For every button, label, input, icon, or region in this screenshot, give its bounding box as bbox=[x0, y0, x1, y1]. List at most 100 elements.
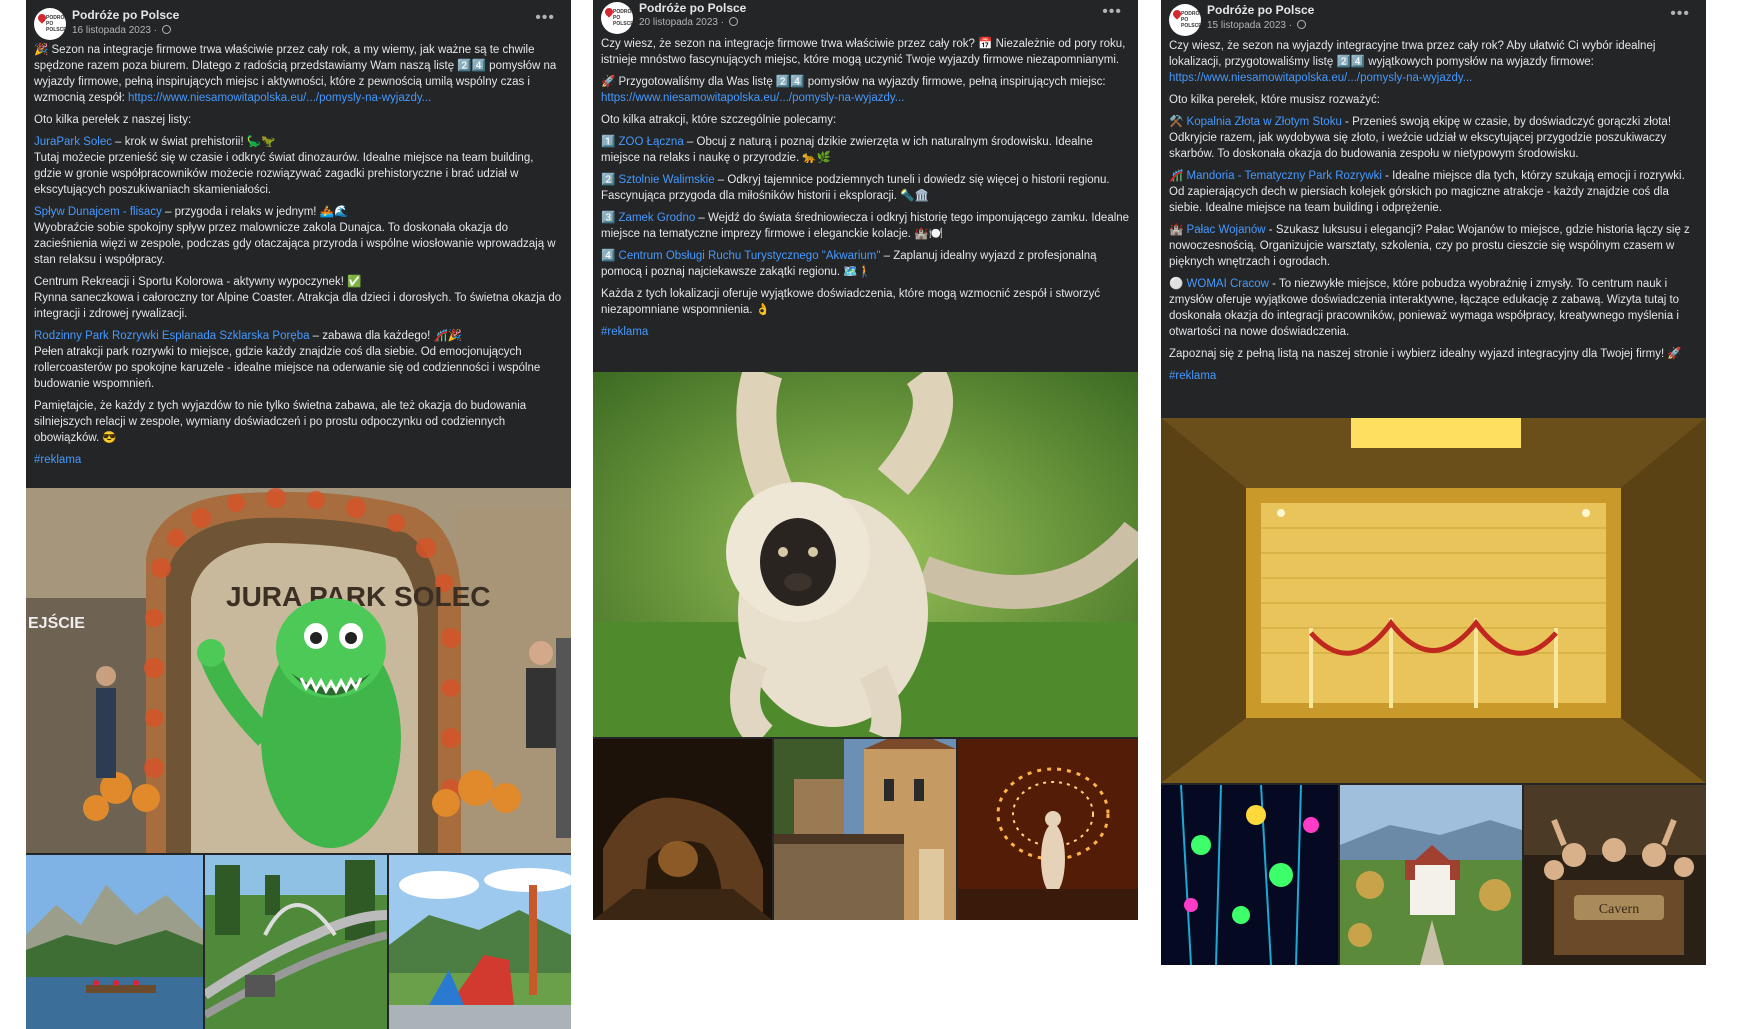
attraction-link[interactable]: Kopalnia Złota w Złotym Stoku bbox=[1187, 116, 1342, 128]
paragraph-text: Oto kilka perełek, które musisz rozważyć… bbox=[1169, 94, 1380, 106]
post-header: PODRÓŻE PO POLSCE Podróże po Polsce 15 l… bbox=[1161, 0, 1706, 38]
post-paragraph: Oto kilka perełek, które musisz rozważyć… bbox=[1169, 92, 1698, 108]
post-thumbnail[interactable] bbox=[389, 855, 571, 1029]
page-avatar[interactable]: PODRÓŻE PO POLSCE bbox=[34, 8, 66, 40]
post-header: PODRÓŻE PO POLSCE Podróże po Polsce 16 l… bbox=[26, 0, 571, 42]
post-thumbnail[interactable]: Cavern bbox=[1524, 785, 1706, 965]
paragraph-text: Oto kilka perełek z naszej listy: bbox=[34, 114, 192, 126]
post-paragraph: 🚀 Przygotowaliśmy dla Was listę 2️⃣4️⃣ p… bbox=[601, 74, 1130, 106]
post-paragraph: 4️⃣ Centrum Obsługi Ruchu Turystycznego … bbox=[601, 248, 1130, 280]
attraction-link[interactable]: Rodzinny Park Rozrywki Esplanada Szklars… bbox=[34, 330, 309, 342]
bullet-icon: 🎢 bbox=[1169, 170, 1184, 182]
post-date[interactable]: 20 listopada 2023 · bbox=[639, 17, 738, 28]
post-link[interactable]: https://www.niesamowitapolska.eu/.../pom… bbox=[1169, 72, 1472, 84]
post-paragraph: Oto kilka perełek z naszej listy: bbox=[34, 112, 563, 128]
post-card: PODRÓŻE PO POLSCE Podróże po Polsce 15 l… bbox=[1161, 0, 1706, 965]
coaster-image bbox=[205, 855, 387, 1029]
post-paragraph: 🎢 Mandoria - Tematyczny Park Rozrywki - … bbox=[1169, 168, 1698, 216]
post-date-text: 15 listopada 2023 bbox=[1207, 20, 1286, 31]
castle-image bbox=[774, 739, 956, 920]
ride-sign-text: Cavern bbox=[1599, 902, 1639, 917]
fire-show-image bbox=[958, 739, 1138, 920]
post-paragraph: 🏰 Pałac Wojanów - Szukasz luksusu i eleg… bbox=[1169, 222, 1698, 270]
post-date[interactable]: 16 listopada 2023 · bbox=[72, 25, 171, 36]
post-text: Czy wiesz, że sezon na wyjazdy integracy… bbox=[1161, 38, 1706, 384]
paragraph-text: – przygoda i relaks w jednym! 🚣🌊 bbox=[161, 206, 349, 218]
bullet-icon: ⚒️ bbox=[1169, 116, 1184, 128]
post-thumbnail[interactable] bbox=[774, 739, 956, 920]
globe-icon bbox=[161, 25, 171, 34]
post-paragraph: Spływ Dunajcem - flisacy – przygoda i re… bbox=[34, 204, 563, 268]
post-paragraph: Czy wiesz, że sezon na integracje firmow… bbox=[601, 36, 1130, 68]
post-paragraph: Zapoznaj się z pełną listą na naszej str… bbox=[1169, 346, 1698, 362]
paragraph-text: Zapoznaj się z pełną listą na naszej str… bbox=[1169, 348, 1682, 360]
page-name[interactable]: Podróże po Polsce bbox=[639, 1, 746, 15]
number-icon: 2️⃣ bbox=[601, 174, 616, 186]
paragraph-text: Wyobraźcie sobie spokojny spływ przez ma… bbox=[34, 222, 556, 266]
post-paragraph: ⚪ WOMAI Cracow - To niezwykłe miejsce, k… bbox=[1169, 276, 1698, 340]
page-avatar[interactable]: PODRÓŻE PO POLSCE bbox=[1169, 4, 1201, 36]
bullet-icon: ⚪ bbox=[1169, 278, 1184, 290]
paragraph-text: Centrum Rekreacji i Sportu Kolorowa - ak… bbox=[34, 276, 362, 288]
attraction-link[interactable]: WOMAI Cracow bbox=[1187, 278, 1269, 290]
post-paragraph: Centrum Rekreacji i Sportu Kolorowa - ak… bbox=[34, 274, 563, 322]
attraction-link[interactable]: Spływ Dunajcem - flisacy bbox=[34, 206, 162, 218]
post-paragraph: ⚒️ Kopalnia Złota w Złotym Stoku - Przen… bbox=[1169, 114, 1698, 162]
more-options-icon[interactable]: ••• bbox=[1670, 5, 1690, 23]
hashtag-link[interactable]: #reklama bbox=[601, 324, 1130, 340]
post-thumbnail-row bbox=[26, 855, 571, 1029]
attraction-link[interactable]: JuraPark Solec bbox=[34, 136, 112, 148]
more-options-icon[interactable]: ••• bbox=[1102, 3, 1122, 21]
post-thumbnail[interactable] bbox=[26, 855, 203, 1029]
post-thumbnail[interactable] bbox=[1340, 785, 1522, 965]
post-card: PODRÓŻE PO POLSCE Podróże po Polsce 20 l… bbox=[593, 0, 1138, 920]
post-link[interactable]: https://www.niesamowitapolska.eu/.../pom… bbox=[601, 92, 904, 104]
page-name[interactable]: Podróże po Polsce bbox=[1207, 3, 1314, 17]
number-icon: 4️⃣ bbox=[601, 250, 616, 262]
post-thumbnail[interactable] bbox=[593, 739, 772, 920]
post-link[interactable]: https://www.niesamowitapolska.eu/.../pom… bbox=[128, 92, 431, 104]
paragraph-text: Każda z tych lokalizacji oferuje wyjątko… bbox=[601, 288, 1101, 316]
post-main-image[interactable]: JURA PARK SOLEC EJŚCIE bbox=[26, 488, 571, 853]
mandoria-ride-image: Cavern bbox=[1524, 785, 1706, 965]
attraction-link[interactable]: Mandoria - Tematyczny Park Rozrywki bbox=[1187, 170, 1382, 182]
post-paragraph: Pamiętajcie, że każdy z tych wyjazdów to… bbox=[34, 398, 563, 446]
paragraph-text: Czy wiesz, że sezon na wyjazdy integracy… bbox=[1169, 40, 1656, 68]
attraction-link[interactable]: ZOO Łączna bbox=[619, 136, 684, 148]
post-thumbnail[interactable] bbox=[958, 739, 1138, 920]
post-paragraph: 🎉 Sezon na integracje firmowe trwa właśc… bbox=[34, 42, 563, 106]
page-name[interactable]: Podróże po Polsce bbox=[72, 8, 179, 22]
post-main-image[interactable] bbox=[1161, 418, 1706, 783]
post-thumbnail[interactable] bbox=[1161, 785, 1338, 965]
number-icon: 3️⃣ bbox=[601, 212, 616, 224]
page-avatar[interactable]: PODRÓŻE PO POLSCE bbox=[601, 2, 633, 34]
globe-icon bbox=[1296, 20, 1306, 29]
post-paragraph: 2️⃣ Sztolnie Walimskie – Odkryj tajemnic… bbox=[601, 172, 1130, 204]
attraction-link[interactable]: Sztolnie Walimskie bbox=[619, 174, 715, 186]
post-paragraph: 1️⃣ ZOO Łączna – Obcuj z naturą i poznaj… bbox=[601, 134, 1130, 166]
more-options-icon[interactable]: ••• bbox=[535, 9, 555, 27]
gold-vault-image bbox=[1161, 418, 1706, 783]
post-paragraph: Czy wiesz, że sezon na wyjazdy integracy… bbox=[1169, 38, 1698, 86]
hashtag-link[interactable]: #reklama bbox=[1169, 368, 1698, 384]
attraction-link[interactable]: Pałac Wojanów bbox=[1187, 224, 1266, 236]
avatar-logo-text: PODRÓŻE PO POLSCE bbox=[613, 9, 633, 27]
post-date[interactable]: 15 listopada 2023 · bbox=[1207, 20, 1306, 31]
hashtag-link[interactable]: #reklama bbox=[34, 452, 563, 468]
tunnel-image bbox=[593, 739, 772, 920]
amusement-park-image bbox=[389, 855, 571, 1029]
paragraph-text: 🚀 Przygotowaliśmy dla Was listę 2️⃣4️⃣ p… bbox=[601, 76, 1106, 88]
avatar-logo-text: PODRÓŻE PO POLSCE bbox=[46, 15, 66, 33]
paragraph-text: Oto kilka atrakcji, które szczególnie po… bbox=[601, 114, 837, 126]
attraction-link[interactable]: Zamek Grodno bbox=[619, 212, 696, 224]
paragraph-text: – krok w świat prehistorii! 🦕🦖 bbox=[111, 136, 276, 148]
paragraph-text: Tutaj możecie przenieść się w czasie i o… bbox=[34, 152, 534, 196]
image-side-sign: EJŚCIE bbox=[28, 613, 85, 632]
post-thumbnail-row: Cavern bbox=[1161, 785, 1706, 965]
post-paragraph: Każda z tych lokalizacji oferuje wyjątko… bbox=[601, 286, 1130, 318]
attraction-link[interactable]: Centrum Obsługi Ruchu Turystycznego "Akw… bbox=[619, 250, 881, 262]
post-thumbnail[interactable] bbox=[205, 855, 387, 1029]
post-header: PODRÓŻE PO POLSCE Podróże po Polsce 20 l… bbox=[593, 0, 1138, 36]
post-paragraph: 3️⃣ Zamek Grodno – Wejdź do świata średn… bbox=[601, 210, 1130, 242]
post-main-image[interactable] bbox=[593, 372, 1138, 737]
